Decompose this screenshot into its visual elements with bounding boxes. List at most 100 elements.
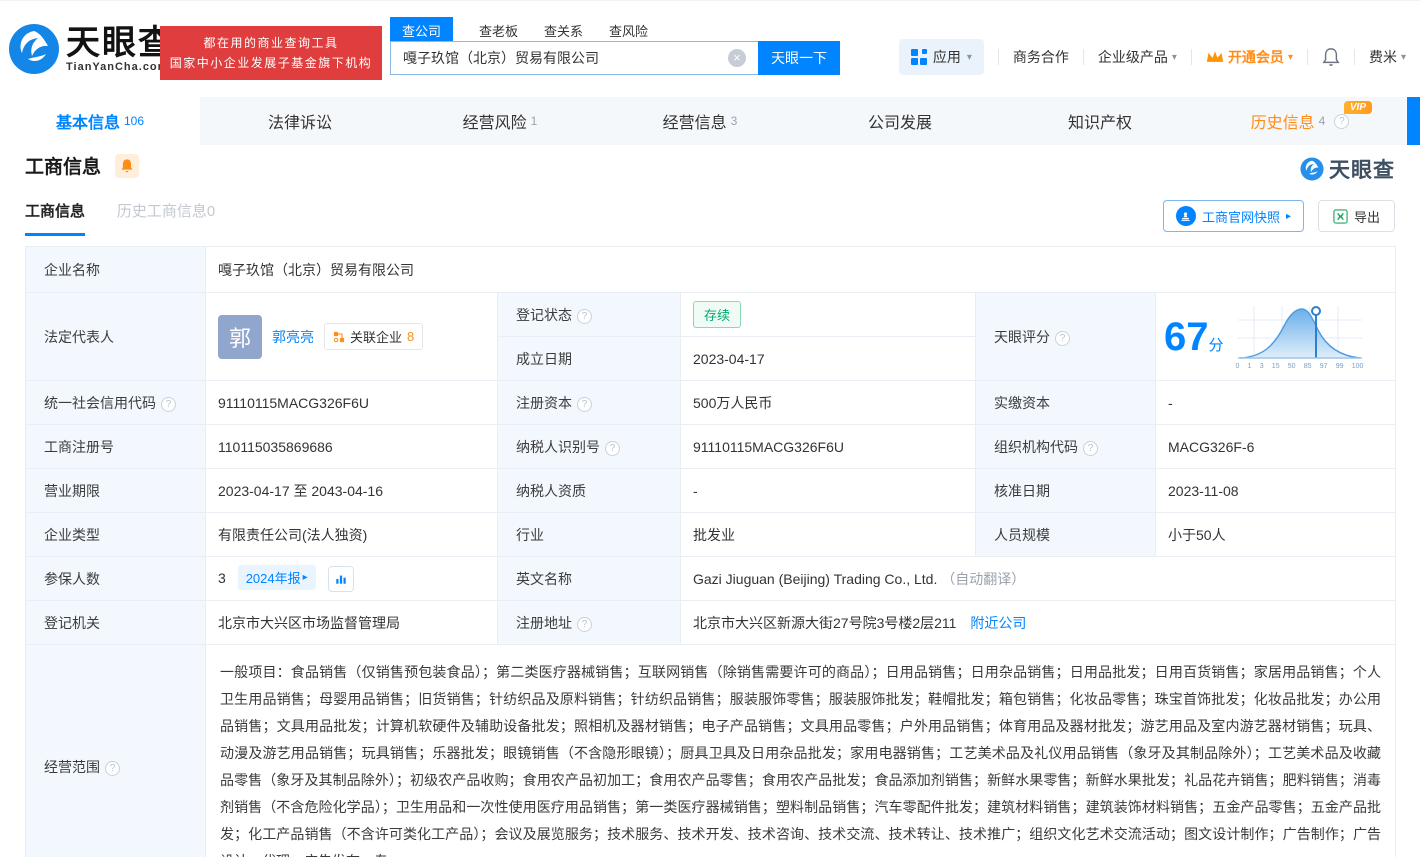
toolbar: 工商信息 历史工商信息0 工商官网快照 ▸ 导出: [25, 200, 1395, 238]
slogan-banner: 都在用的商业查询工具 国家中小企业发展子基金旗下机构: [160, 26, 382, 80]
export-button[interactable]: 导出: [1317, 200, 1395, 232]
stamp-icon: [1175, 206, 1196, 226]
tab-company-development[interactable]: 公司发展: [800, 97, 1000, 145]
tianyancha-logo[interactable]: 天眼查 TianYanCha.com: [8, 23, 174, 75]
official-snapshot-button[interactable]: 工商官网快照 ▸: [1162, 200, 1304, 232]
company-type-value: 有限责任公司(法人独资): [205, 512, 498, 557]
search-tab-boss[interactable]: 查老板: [479, 17, 518, 44]
menu-vip-label: 开通会员: [1227, 49, 1284, 65]
apps-menu[interactable]: 应用 ▾: [898, 39, 984, 75]
score-axis: 01 3 15 50 85 97 99 100: [1235, 362, 1364, 370]
chevron-down-icon: ▾: [1171, 51, 1177, 63]
section-title: 工商信息: [25, 157, 102, 178]
legal-rep-avatar[interactable]: 郭: [218, 314, 262, 359]
top-header: 天眼查 TianYanCha.com 都在用的商业查询工具 国家中小企业发展子基…: [0, 0, 1420, 95]
taxpayer-id-label: 纳税人识别号?: [497, 424, 681, 469]
tianyancha-logo-icon: [9, 24, 59, 74]
annual-report-link[interactable]: 2024年报 ▸: [237, 564, 316, 590]
help-icon[interactable]: ?: [1083, 440, 1098, 456]
subtab-history-registration[interactable]: 历史工商信息0: [117, 200, 215, 221]
help-icon[interactable]: ?: [577, 616, 592, 632]
help-icon[interactable]: ?: [1334, 113, 1350, 129]
industry-value: 批发业: [680, 512, 976, 557]
watermark-logo-icon: [1300, 157, 1324, 181]
table-row: 企业类型 有限责任公司(法人独资) 行业 批发业 人员规模 小于50人: [25, 512, 1397, 557]
user-menu[interactable]: 费米 ▾: [1369, 47, 1406, 67]
search-tab-risk[interactable]: 查风险: [609, 17, 648, 44]
paid-capital-value: -: [1154, 380, 1397, 425]
tab-business-risk[interactable]: 经营风险 1: [400, 97, 600, 145]
insured-trend-button[interactable]: [327, 566, 354, 593]
tab-label: 经营信息: [662, 115, 727, 132]
arrow-right-icon: ▸: [1285, 210, 1291, 222]
legal-rep-name-link[interactable]: 郭亮亮: [272, 327, 314, 347]
watermark-logo: 天眼查: [1300, 154, 1395, 184]
reg-address-value: 北京市大兴区新源大街27号院3号楼2层211: [693, 614, 957, 631]
paid-capital-label: 实缴资本: [975, 380, 1156, 425]
menu-enterprise-label: 企业级产品: [1097, 49, 1168, 65]
search-button[interactable]: 天眼一下: [758, 41, 840, 75]
brand-domain: TianYanCha.com: [66, 61, 169, 73]
menu-divider: [1353, 49, 1355, 65]
credit-code-label: 统一社会信用代码?: [25, 380, 206, 425]
search-box: × 天眼一下: [390, 41, 840, 75]
subscribe-bell-icon[interactable]: [114, 153, 139, 178]
score-cell[interactable]: 67分 0 1 3 15 50 85 97 99 100: [1154, 292, 1397, 381]
tab-business-info[interactable]: 经营信息 3: [600, 97, 800, 145]
tab-count: 4: [1318, 114, 1326, 128]
menu-divider: [997, 49, 999, 65]
taxpayer-quality-label: 纳税人资质: [497, 468, 681, 513]
tab-count: 106: [123, 114, 145, 128]
menu-divider: [1306, 49, 1308, 65]
export-label: 导出: [1353, 209, 1380, 225]
term-label: 营业期限: [25, 468, 206, 513]
score-curve-chart: [1237, 305, 1362, 359]
org-code-value: MACG326F-6: [1154, 424, 1397, 469]
chevron-down-icon: ▾: [1287, 51, 1293, 63]
chevron-down-icon: ▾: [1400, 51, 1406, 63]
subtab-business-registration[interactable]: 工商信息: [25, 200, 86, 236]
bar-chart-icon: [335, 575, 346, 584]
menu-cooperation[interactable]: 商务合作: [1013, 47, 1069, 67]
help-icon[interactable]: ?: [577, 308, 592, 324]
notification-bell-icon[interactable]: [1322, 47, 1340, 67]
clear-icon[interactable]: ×: [728, 49, 746, 67]
arrow-right-icon: ▸: [302, 571, 308, 583]
table-row: 经营范围? 一般项目：食品销售（仅销售预包装食品）；第二类医疗器械销售；互联网销…: [25, 644, 1397, 857]
apps-label: 应用: [932, 49, 961, 65]
chevron-down-icon: ▾: [966, 51, 972, 63]
reg-address-cell: 北京市大兴区新源大街27号院3号楼2层211 附近公司: [679, 600, 1397, 645]
search-tab-company[interactable]: 查公司: [390, 17, 454, 44]
excel-icon: [1333, 208, 1348, 224]
help-icon[interactable]: ?: [161, 396, 176, 412]
reg-number-label: 工商注册号: [25, 424, 206, 469]
menu-open-vip[interactable]: 开通会员 ▾: [1206, 47, 1293, 67]
vip-badge: VIP: [1343, 101, 1372, 114]
tab-history-info[interactable]: VIP 历史信息 4 ?: [1200, 97, 1400, 145]
org-code-label: 组织机构代码?: [975, 424, 1156, 469]
table-row: 参保人数 3 2024年报 ▸ 英文名称 Gazi Jiuguan (Beiji: [25, 556, 1397, 601]
insured-cell: 3 2024年报 ▸: [205, 556, 498, 601]
help-icon[interactable]: ?: [105, 761, 120, 776]
tab-legal-lawsuits[interactable]: 法律诉讼: [200, 97, 400, 145]
help-icon[interactable]: ?: [605, 440, 620, 456]
scope-text: 一般项目：食品销售（仅销售预包装食品）；第二类医疗器械销售；互联网销售（除销售需…: [220, 664, 1382, 857]
est-date-label: 成立日期: [497, 336, 681, 381]
user-name: 费米: [1368, 49, 1397, 65]
help-icon[interactable]: ?: [577, 396, 592, 412]
nav-edge-strip[interactable]: [1407, 97, 1420, 145]
search-input[interactable]: [390, 41, 758, 75]
tab-intellectual-property[interactable]: 知识产权: [1000, 97, 1200, 145]
help-icon[interactable]: ?: [1055, 330, 1070, 346]
nearby-companies-link[interactable]: 附近公司: [970, 615, 1026, 631]
search-tab-relation[interactable]: 查关系: [544, 17, 583, 44]
staff-size-value: 小于50人: [1154, 512, 1397, 557]
reg-capital-value: 500万人民币: [680, 380, 976, 425]
tab-basic-info[interactable]: 基本信息 106: [0, 97, 200, 145]
approval-date-label: 核准日期: [975, 468, 1156, 513]
related-companies-badge[interactable]: 关联企业 8: [324, 323, 424, 350]
staff-size-label: 人员规模: [975, 512, 1156, 557]
est-date-value: 2023-04-17: [680, 336, 976, 381]
menu-enterprise-products[interactable]: 企业级产品 ▾: [1098, 47, 1177, 67]
tab-label: 知识产权: [1067, 115, 1132, 132]
